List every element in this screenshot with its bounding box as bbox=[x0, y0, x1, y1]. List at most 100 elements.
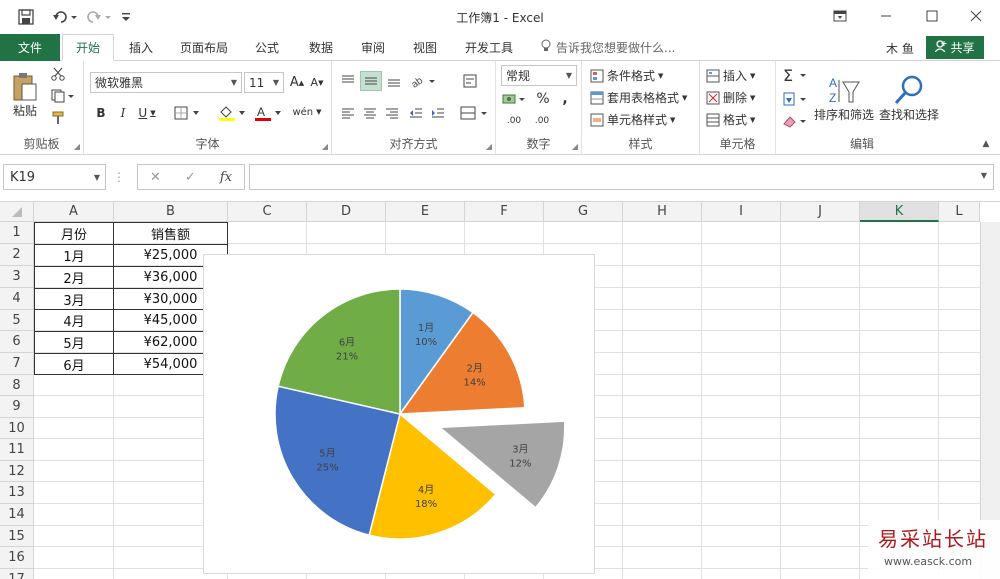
insert-cells-button[interactable]: 插入 ▼ bbox=[706, 67, 755, 84]
number-launcher-icon[interactable]: ◢ bbox=[572, 142, 578, 151]
row-header-17[interactable]: 17 bbox=[0, 569, 34, 579]
fill-color-icon[interactable] bbox=[216, 103, 250, 123]
enter-icon[interactable]: ✓ bbox=[185, 170, 196, 185]
row-header-16[interactable]: 16 bbox=[0, 547, 34, 569]
delete-cells-button[interactable]: 删除 ▼ bbox=[706, 89, 755, 106]
font-family-select[interactable]: 微软雅黑 ▼ bbox=[90, 72, 242, 93]
wrap-text-icon[interactable] bbox=[460, 71, 480, 91]
copy-icon[interactable] bbox=[48, 87, 78, 105]
grow-font-button[interactable]: A ▲ bbox=[288, 72, 306, 93]
paste-button[interactable]: 粘贴 bbox=[8, 65, 42, 125]
top-align-icon[interactable] bbox=[338, 71, 358, 91]
borders-icon[interactable] bbox=[172, 103, 204, 123]
column-header-b[interactable]: B bbox=[114, 202, 228, 222]
row-header-13[interactable]: 13 bbox=[0, 482, 34, 504]
column-header-l[interactable]: L bbox=[939, 202, 980, 222]
bottom-align-icon[interactable] bbox=[384, 71, 404, 91]
user-name[interactable]: 木 鱼 bbox=[886, 40, 914, 57]
name-box[interactable]: K19 ▼ bbox=[3, 164, 106, 190]
minimize-icon[interactable] bbox=[872, 4, 900, 28]
close-icon[interactable] bbox=[962, 4, 990, 28]
column-header-d[interactable]: D bbox=[307, 202, 386, 222]
align-left-icon[interactable] bbox=[338, 103, 358, 123]
row-header-9[interactable]: 9 bbox=[0, 396, 34, 418]
decrease-decimal-button[interactable]: .00 bbox=[530, 111, 554, 131]
maximize-icon[interactable] bbox=[918, 4, 946, 28]
cell-a1[interactable]: 月份 bbox=[34, 222, 114, 245]
row-header-8[interactable]: 8 bbox=[0, 375, 34, 396]
middle-align-icon[interactable] bbox=[360, 71, 382, 91]
formula-bar-grip-icon[interactable]: ⋮ bbox=[113, 169, 125, 185]
autosum-icon[interactable]: Σ bbox=[780, 65, 810, 85]
column-header-e[interactable]: E bbox=[386, 202, 465, 222]
row-header-10[interactable]: 10 bbox=[0, 418, 34, 439]
find-select-button[interactable]: 查找和选择 bbox=[878, 65, 940, 131]
column-header-f[interactable]: F bbox=[465, 202, 544, 222]
clipboard-launcher-icon[interactable]: ◢ bbox=[74, 142, 80, 151]
column-header-k[interactable]: K bbox=[860, 202, 939, 222]
insert-function-icon[interactable]: fx bbox=[220, 170, 232, 185]
fill-icon[interactable] bbox=[780, 89, 810, 109]
tab-formulas[interactable]: 公式 bbox=[244, 34, 290, 61]
column-header-i[interactable]: I bbox=[702, 202, 781, 222]
column-header-c[interactable]: C bbox=[228, 202, 307, 222]
sort-filter-button[interactable]: AZ 排序和筛选 bbox=[814, 65, 874, 131]
comma-button[interactable]: , bbox=[556, 89, 574, 109]
tab-page-layout[interactable]: 页面布局 bbox=[172, 34, 236, 61]
format-cells-button[interactable]: 格式 ▼ bbox=[706, 111, 755, 128]
cell-a6[interactable]: 5月 bbox=[34, 332, 114, 354]
row-header-4[interactable]: 4 bbox=[0, 288, 34, 310]
increase-decimal-button[interactable]: .00 bbox=[502, 111, 526, 131]
ribbon-display-icon[interactable] bbox=[826, 4, 854, 28]
bold-button[interactable]: B bbox=[92, 103, 110, 123]
phonetic-button[interactable]: wén ▼ bbox=[290, 101, 324, 123]
share-button[interactable]: 共享 bbox=[926, 36, 984, 59]
cell-a4[interactable]: 3月 bbox=[34, 289, 114, 310]
tab-developer[interactable]: 开发工具 bbox=[456, 34, 522, 61]
align-center-icon[interactable] bbox=[360, 103, 380, 123]
row-header-7[interactable]: 7 bbox=[0, 353, 34, 375]
row-header-5[interactable]: 5 bbox=[0, 310, 34, 331]
underline-button[interactable]: U ▼ bbox=[134, 103, 160, 123]
tab-home[interactable]: 开始 bbox=[62, 34, 114, 61]
expand-formula-icon[interactable]: ▼ bbox=[981, 171, 987, 180]
format-painter-icon[interactable] bbox=[48, 109, 68, 127]
formula-input[interactable]: ▼ bbox=[249, 164, 994, 190]
alignment-launcher-icon[interactable]: ◢ bbox=[486, 142, 492, 151]
row-header-1[interactable]: 1 bbox=[0, 222, 34, 244]
italic-button[interactable]: I bbox=[114, 103, 132, 123]
font-launcher-icon[interactable]: ◢ bbox=[322, 142, 328, 151]
row-header-6[interactable]: 6 bbox=[0, 331, 34, 353]
column-header-h[interactable]: H bbox=[623, 202, 702, 222]
collapse-ribbon-icon[interactable]: ▲ bbox=[978, 137, 994, 151]
cell-a2[interactable]: 1月 bbox=[34, 245, 114, 267]
cell-a7[interactable]: 6月 bbox=[34, 354, 114, 375]
row-header-14[interactable]: 14 bbox=[0, 504, 34, 526]
row-header-12[interactable]: 12 bbox=[0, 461, 34, 482]
orientation-icon[interactable]: ab bbox=[408, 71, 438, 91]
column-header-j[interactable]: J bbox=[781, 202, 860, 222]
cell-b1[interactable]: 销售额 bbox=[114, 222, 228, 245]
conditional-format-button[interactable]: 条件格式 ▼ bbox=[590, 67, 663, 84]
font-color-icon[interactable]: A bbox=[252, 103, 286, 123]
tab-review[interactable]: 审阅 bbox=[350, 34, 396, 61]
tab-data[interactable]: 数据 bbox=[298, 34, 344, 61]
row-header-3[interactable]: 3 bbox=[0, 266, 34, 288]
tab-insert[interactable]: 插入 bbox=[118, 34, 164, 61]
percent-button[interactable]: % bbox=[534, 89, 552, 109]
cell-styles-button[interactable]: 单元格样式 ▼ bbox=[590, 111, 675, 128]
shrink-font-button[interactable]: A ▼ bbox=[308, 72, 326, 93]
font-size-select[interactable]: 11 ▼ bbox=[244, 72, 284, 93]
tab-view[interactable]: 视图 bbox=[402, 34, 448, 61]
cut-icon[interactable] bbox=[48, 65, 68, 83]
column-header-g[interactable]: G bbox=[544, 202, 623, 222]
number-format-select[interactable]: 常规 ▼ bbox=[501, 65, 577, 86]
increase-indent-icon[interactable] bbox=[428, 103, 448, 123]
merge-center-icon[interactable] bbox=[458, 103, 490, 123]
cancel-icon[interactable]: ✕ bbox=[150, 170, 161, 185]
cell-a5[interactable]: 4月 bbox=[34, 310, 114, 332]
cell-a3[interactable]: 2月 bbox=[34, 267, 114, 289]
row-header-15[interactable]: 15 bbox=[0, 526, 34, 547]
format-as-table-button[interactable]: 套用表格格式 ▼ bbox=[590, 89, 687, 106]
select-all-corner[interactable] bbox=[0, 202, 34, 222]
